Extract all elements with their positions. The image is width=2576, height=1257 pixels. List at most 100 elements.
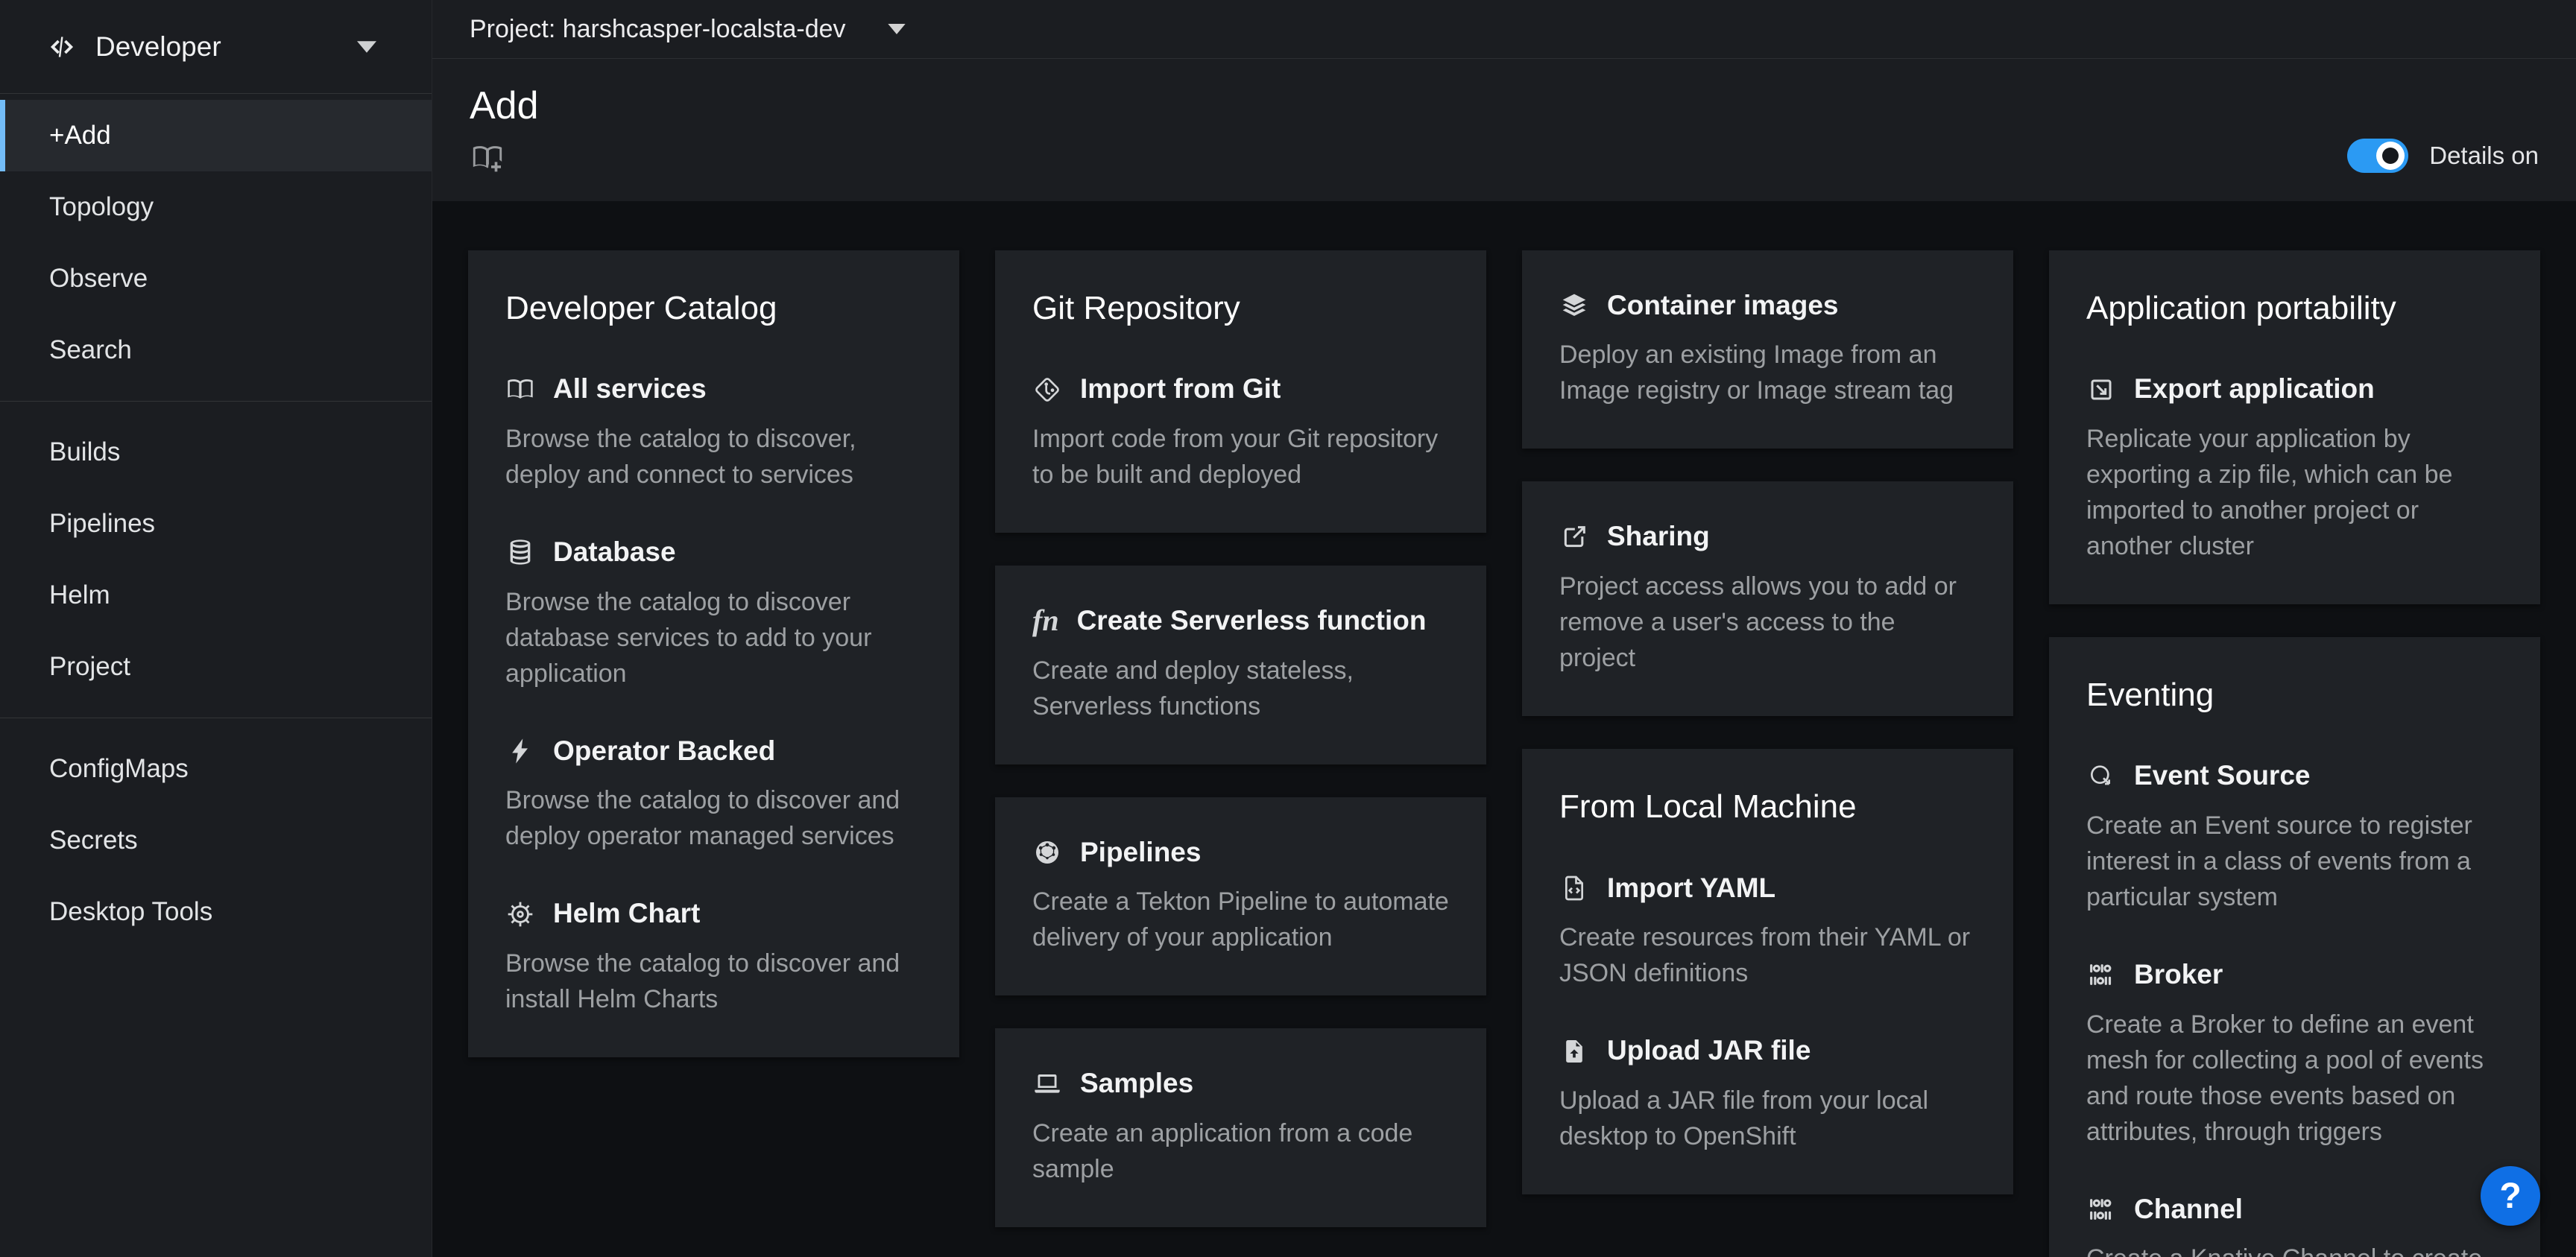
action-samples[interactable]: Samples xyxy=(1032,1068,1449,1099)
sidebar-divider xyxy=(0,401,432,402)
action-label: Import from Git xyxy=(1080,374,1281,405)
card-samples: Samples Create an application from a code… xyxy=(995,1028,1486,1227)
action-pipelines[interactable]: Pipelines xyxy=(1032,838,1449,868)
sidebar-item-pipelines[interactable]: Pipelines xyxy=(0,488,432,560)
add-item-all-services: All servicesBrowse the catalog to discov… xyxy=(505,374,922,493)
action-database[interactable]: Database xyxy=(505,537,922,568)
sidebar-item-builds[interactable]: Builds xyxy=(0,417,432,488)
project-selector[interactable]: Project: harshcasper-localsta-dev xyxy=(470,15,906,44)
action-description: Create resources from their YAML or JSON… xyxy=(1559,919,1976,991)
event-source-icon xyxy=(2086,762,2116,791)
action-description: Project access allows you to add or remo… xyxy=(1559,569,1976,676)
card-sharing: Sharing Project access allows you to add … xyxy=(1522,481,2013,716)
add-page-grid: Developer CatalogAll servicesBrowse the … xyxy=(432,201,2576,1257)
sidebar-item-configmaps[interactable]: ConfigMaps xyxy=(0,733,432,805)
action-label: Operator Backed xyxy=(553,736,775,767)
sidebar-item-search[interactable]: Search xyxy=(0,314,432,386)
action-channel[interactable]: Channel xyxy=(2086,1194,2503,1225)
main-area: Project: harshcasper-localsta-dev Add De… xyxy=(432,0,2576,1257)
action-sharing[interactable]: Sharing xyxy=(1559,522,1976,552)
action-label: Sharing xyxy=(1607,522,1710,552)
action-event-source[interactable]: Event Source xyxy=(2086,761,2503,791)
action-description: Create and deploy stateless, Serverless … xyxy=(1032,653,1449,724)
action-upload-jar-file[interactable]: Upload JAR file xyxy=(1559,1036,1976,1066)
action-description: Create a Knative Channel to create an ev… xyxy=(2086,1241,2503,1257)
card-title: From Local Machine xyxy=(1559,789,1976,825)
binary-icon xyxy=(2086,1194,2116,1224)
action-helm-chart[interactable]: Helm Chart xyxy=(505,899,922,929)
add-item-helm-chart: Helm Chart Browse the catalog to discover… xyxy=(505,899,922,1017)
export-icon xyxy=(2086,375,2116,405)
action-container-images[interactable]: Container images xyxy=(1559,291,1976,321)
card-title: Application portability xyxy=(2086,291,2503,326)
action-export-application[interactable]: Export application xyxy=(2086,374,2503,405)
chevron-down-icon xyxy=(888,24,906,34)
card-pipelines: PipelinesCreate a Tekton Pipeline to aut… xyxy=(995,797,1486,996)
column-2: Git Repository Import from Git Import code… xyxy=(995,250,1486,1227)
action-description: Upload a JAR file from your local deskto… xyxy=(1559,1083,1976,1154)
database-icon xyxy=(505,537,535,567)
details-toggle[interactable] xyxy=(2347,139,2408,173)
sidebar-item-helm[interactable]: Helm xyxy=(0,560,432,631)
column-1: Developer CatalogAll servicesBrowse the … xyxy=(468,250,959,1057)
action-description: Browse the catalog to discover and insta… xyxy=(505,946,922,1017)
card-title: Developer Catalog xyxy=(505,291,922,326)
add-item-container-images: Container images Deploy an existing Image… xyxy=(1559,291,1976,409)
action-label: Channel xyxy=(2134,1194,2243,1225)
card-developer-catalog: Developer CatalogAll servicesBrowse the … xyxy=(468,250,959,1057)
action-all-services[interactable]: All services xyxy=(505,374,922,405)
sidebar-item-topology[interactable]: Topology xyxy=(0,171,432,243)
share-icon xyxy=(1559,522,1589,552)
add-item-samples: Samples Create an application from a code… xyxy=(1032,1068,1449,1187)
add-item-operator-backed: Operator Backed Browse the catalog to dis… xyxy=(505,736,922,855)
sidebar-item-add[interactable]: +Add xyxy=(0,100,432,171)
sidebar-item-project[interactable]: Project xyxy=(0,631,432,703)
action-label: Broker xyxy=(2134,960,2223,990)
perspective-label: Developer xyxy=(95,31,221,63)
add-item-event-source: Event SourceCreate an Event source to re… xyxy=(2086,761,2503,915)
sidebar: Developer +AddTopologyObserveSearch Build… xyxy=(0,0,432,1257)
layers-icon xyxy=(1559,291,1589,320)
action-description: Browse the catalog to discover and deplo… xyxy=(505,782,922,854)
add-item-sharing: Sharing Project access allows you to add … xyxy=(1559,522,1976,676)
action-create-serverless-function[interactable]: fnCreate Serverless function xyxy=(1032,606,1449,636)
card-title: Eventing xyxy=(2086,677,2503,713)
action-import-yaml[interactable]: Import YAML xyxy=(1559,873,1976,904)
action-label: Database xyxy=(553,537,676,568)
code-icon xyxy=(46,31,78,63)
action-label: All services xyxy=(553,374,707,405)
sidebar-nav: +AddTopologyObserveSearch BuildsPipelines… xyxy=(0,94,432,948)
action-description: Deploy an existing Image from an Image r… xyxy=(1559,337,1976,408)
details-toggle-label: Details on xyxy=(2429,142,2539,170)
action-label: Import YAML xyxy=(1607,873,1775,904)
samples-icon xyxy=(1032,1069,1062,1099)
card-git-repository: Git Repository Import from Git Import code… xyxy=(995,250,1486,533)
action-label: Event Source xyxy=(2134,761,2310,791)
column-3: Container images Deploy an existing Image… xyxy=(1522,250,2013,1194)
project-selector-label: Project: harshcasper-localsta-dev xyxy=(470,15,846,44)
sidebar-item-secrets[interactable]: Secrets xyxy=(0,805,432,876)
add-item-channel: Channel Create a Knative Channel to creat… xyxy=(2086,1194,2503,1257)
catalog-icon xyxy=(505,375,535,405)
sidebar-item-observe[interactable]: Observe xyxy=(0,243,432,314)
action-description: Import code from your Git repository to … xyxy=(1032,421,1449,493)
tekton-icon xyxy=(1032,838,1062,867)
chevron-down-icon xyxy=(357,41,376,53)
action-broker[interactable]: Broker xyxy=(2086,960,2503,990)
action-import-from-git[interactable]: Import from Git xyxy=(1032,374,1449,405)
help-button[interactable]: ? xyxy=(2481,1166,2540,1226)
column-4: Application portability Export applicatio… xyxy=(2049,250,2540,1257)
card-from-local-machine: From Local Machine Import YAML Create reso… xyxy=(1522,749,2013,1194)
page-header: Add Details on xyxy=(432,59,2576,201)
sidebar-item-desktop-tools[interactable]: Desktop Tools xyxy=(0,876,432,948)
helm-icon xyxy=(505,899,535,929)
card-title: Git Repository xyxy=(1032,291,1449,326)
toggle-knob xyxy=(2376,142,2405,170)
add-item-create-serverless-function: fnCreate Serverless function Create and d… xyxy=(1032,606,1449,724)
git-icon xyxy=(1032,375,1062,405)
action-operator-backed[interactable]: Operator Backed xyxy=(505,736,922,767)
add-item-import-from-git: Import from Git Import code from your Git… xyxy=(1032,374,1449,493)
action-description: Create an application from a code sample xyxy=(1032,1115,1449,1187)
perspective-switcher[interactable]: Developer xyxy=(0,0,432,94)
add-item-database: DatabaseBrowse the catalog to discover d… xyxy=(505,537,922,691)
